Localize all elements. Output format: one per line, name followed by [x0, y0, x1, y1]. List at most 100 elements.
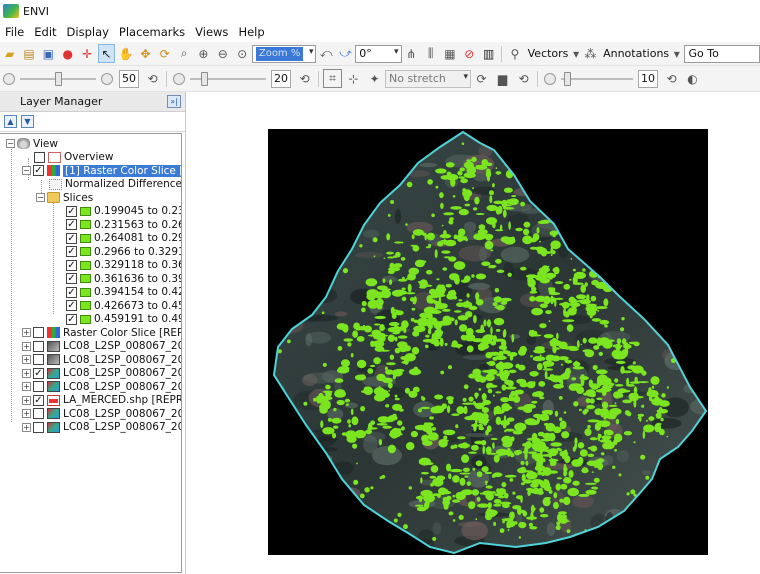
- expand-icon[interactable]: +: [22, 368, 31, 378]
- layer-checkbox[interactable]: [33, 327, 44, 339]
- collapse-icon[interactable]: −: [22, 166, 31, 176]
- annotations-button[interactable]: Annotations: [603, 47, 669, 60]
- expand-icon[interactable]: +: [22, 395, 31, 405]
- collapse-all-icon[interactable]: ▲: [4, 115, 17, 128]
- layer-checkbox[interactable]: ✓: [33, 367, 44, 379]
- chevron-down-icon[interactable]: ▾: [673, 44, 680, 63]
- blend-icon[interactable]: ▦: [441, 44, 458, 63]
- menu-views[interactable]: Views: [190, 25, 233, 39]
- tree-row-layer[interactable]: +✓ LC08_L2SP_008067_202406: [0, 367, 181, 381]
- menu-edit[interactable]: Edit: [29, 25, 61, 39]
- slice-checkbox[interactable]: ✓: [66, 313, 77, 325]
- tree-row-layer[interactable]: + LC08_L2SP_008067_202406: [0, 340, 181, 354]
- brightness-value[interactable]: 50: [119, 69, 139, 88]
- open-folder-icon[interactable]: ▰: [1, 44, 18, 63]
- tree-row-slice[interactable]: ✓ 0.264081 to 0.2966: [0, 232, 181, 246]
- tree-row-view[interactable]: − View: [0, 137, 181, 151]
- zoom-icon[interactable]: ⌕: [175, 44, 192, 63]
- histogram-icon[interactable]: ▆: [493, 69, 512, 88]
- tree-row-raster-color-slice-selected[interactable]: − ✓ [1] Raster Color Slice [REPROJE: [0, 164, 181, 178]
- slice-checkbox[interactable]: ✓: [66, 273, 77, 285]
- slice-checkbox[interactable]: ✓: [66, 232, 77, 244]
- collapse-icon[interactable]: −: [36, 193, 45, 203]
- annotations-icon[interactable]: ⁂: [582, 44, 599, 63]
- slice-checkbox[interactable]: ✓: [66, 259, 77, 271]
- expand-icon[interactable]: +: [22, 328, 31, 338]
- tree-row-ndvi[interactable]: Normalized Difference Vegeta: [0, 178, 181, 192]
- expand-icon[interactable]: +: [22, 355, 31, 365]
- rotation-combobox[interactable]: 0° ▾: [355, 44, 402, 63]
- flicker-icon[interactable]: ⋔: [403, 44, 420, 63]
- fly-icon[interactable]: ✥: [137, 44, 154, 63]
- pin-panel-icon[interactable]: »|: [167, 95, 181, 108]
- refresh-stretch-icon[interactable]: ⟳: [472, 69, 491, 88]
- tree-row-layer[interactable]: +✓ LA_MERCED.shp [REPROJE: [0, 394, 181, 408]
- target-icon[interactable]: ⊹: [344, 69, 363, 88]
- expand-all-icon[interactable]: ▼: [21, 115, 34, 128]
- stretch-icon[interactable]: ✦: [365, 69, 384, 88]
- vectors-button[interactable]: Vectors: [528, 47, 569, 60]
- raster-color-slice-checkbox[interactable]: ✓: [33, 165, 44, 177]
- reset-contrast-icon[interactable]: ⟲: [295, 69, 314, 88]
- crosshair-off-icon[interactable]: ⊘: [461, 44, 478, 63]
- sharpen-value[interactable]: 10: [638, 69, 658, 88]
- tree-row-slice[interactable]: ✓ 0.426673 to 0.459191: [0, 299, 181, 313]
- reset-stretch-icon[interactable]: ⟲: [514, 69, 533, 88]
- tree-row-layer[interactable]: + LC08_L2SP_008067_202006: [0, 421, 181, 435]
- layer-checkbox[interactable]: [33, 421, 44, 433]
- rotate-right-icon[interactable]: ⤻: [337, 44, 354, 63]
- layer-icon[interactable]: ▣: [40, 44, 57, 63]
- contrast-value[interactable]: 20: [271, 69, 291, 88]
- tree-row-layer[interactable]: + Raster Color Slice [REPROJE: [0, 326, 181, 340]
- tree-row-layer[interactable]: + LC08_L2SP_008067_202006: [0, 380, 181, 394]
- menu-file[interactable]: File: [0, 25, 29, 39]
- raster-image[interactable]: [268, 129, 708, 555]
- contrast-slider-thumb[interactable]: [201, 71, 208, 86]
- placemark-icon[interactable]: ●: [59, 44, 76, 63]
- contrast-slider[interactable]: [188, 70, 268, 88]
- tree-row-slice[interactable]: ✓ 0.459191 to 0.491709: [0, 313, 181, 327]
- tree-row-slice[interactable]: ✓ 0.329118 to 0.361636: [0, 259, 181, 273]
- swipe-icon[interactable]: ⫼: [422, 44, 439, 63]
- data-manager-icon[interactable]: ▤: [20, 44, 37, 63]
- crosshair-icon[interactable]: ✛: [78, 44, 95, 63]
- stretch-combobox[interactable]: No stretch ▾: [385, 69, 471, 88]
- tree-row-slice[interactable]: ✓ 0.361636 to 0.394154: [0, 272, 181, 286]
- tree-row-overview[interactable]: Overview: [0, 151, 181, 165]
- tree-row-slice[interactable]: ✓ 0.231563 to 0.264081: [0, 218, 181, 232]
- pan-hand-icon[interactable]: ✋: [117, 44, 134, 63]
- reset-sharpen-icon[interactable]: ⟲: [662, 69, 681, 88]
- expand-icon[interactable]: +: [22, 341, 31, 351]
- select-arrow-icon[interactable]: ↖: [97, 44, 116, 63]
- expand-icon[interactable]: +: [22, 382, 31, 392]
- layer-checkbox[interactable]: [33, 381, 44, 393]
- menu-help[interactable]: Help: [233, 25, 269, 39]
- transparency-icon[interactable]: ◐: [683, 69, 702, 88]
- sharpen-slider-thumb[interactable]: [563, 71, 571, 86]
- brightness-reset-icon[interactable]: [101, 72, 113, 85]
- menu-display[interactable]: Display: [62, 25, 114, 39]
- layer-checkbox[interactable]: [33, 408, 44, 420]
- reset-brightness-icon[interactable]: ⟲: [143, 69, 162, 88]
- crop-icon[interactable]: ⌗: [323, 69, 342, 88]
- zoom-in-icon[interactable]: ⊕: [195, 44, 212, 63]
- menu-placemarks[interactable]: Placemarks: [114, 25, 190, 39]
- goto-field[interactable]: Go To: [684, 44, 760, 63]
- tree-row-slices[interactable]: − Slices: [0, 191, 181, 205]
- layer-checkbox[interactable]: [33, 340, 44, 352]
- slice-checkbox[interactable]: ✓: [66, 205, 77, 217]
- pixel-readout-icon[interactable]: ▥: [480, 44, 497, 63]
- zoom-combobox[interactable]: Zoom % ▾: [251, 44, 317, 63]
- expand-icon[interactable]: +: [22, 422, 31, 432]
- rotate-left-icon[interactable]: ⤺: [317, 44, 334, 63]
- tree-row-layer[interactable]: + LC08_L2SP_008067_202406: [0, 407, 181, 421]
- tree-row-layer[interactable]: + LC08_L2SP_008067_202006: [0, 353, 181, 367]
- tree-row-slice[interactable]: ✓ 0.394154 to 0.426673: [0, 286, 181, 300]
- slice-checkbox[interactable]: ✓: [66, 246, 77, 258]
- collapse-icon[interactable]: −: [6, 139, 15, 149]
- slice-checkbox[interactable]: ✓: [66, 286, 77, 298]
- chevron-down-icon[interactable]: ▾: [572, 44, 579, 63]
- layer-checkbox[interactable]: [33, 354, 44, 366]
- brightness-slider-thumb[interactable]: [55, 71, 62, 86]
- rotate-icon[interactable]: ⟳: [156, 44, 173, 63]
